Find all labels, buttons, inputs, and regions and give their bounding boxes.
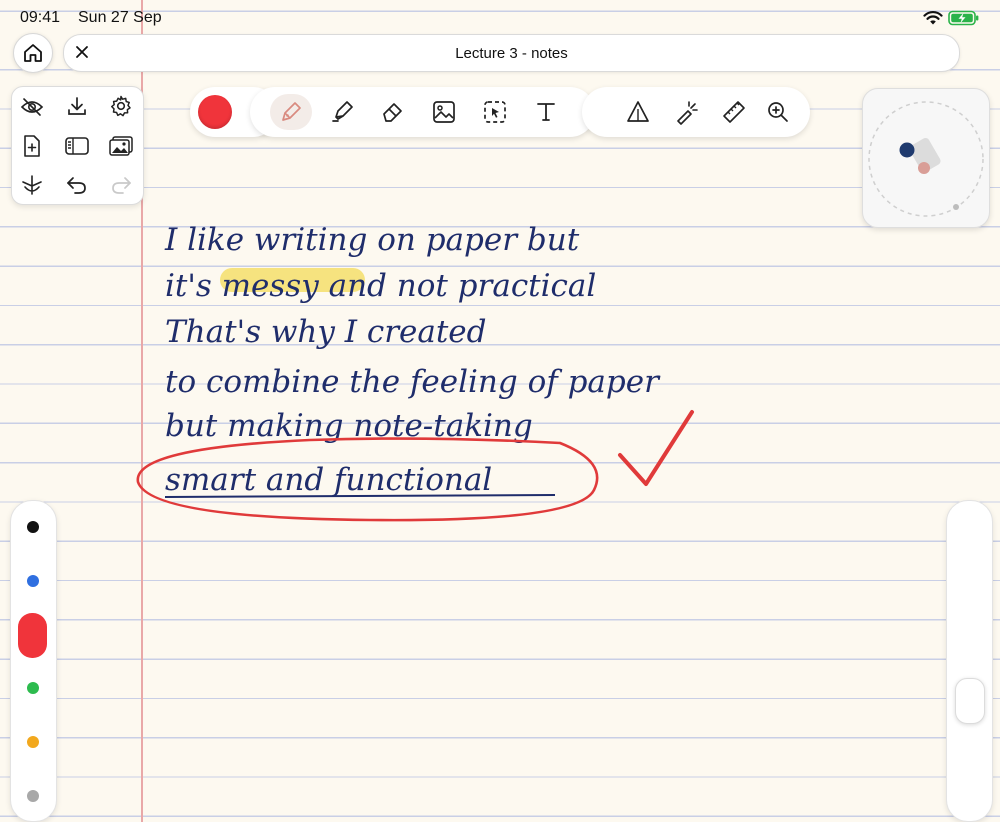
color-swatch-green[interactable] xyxy=(27,682,39,694)
color-swatch-blue[interactable] xyxy=(27,575,39,587)
handwriting-canvas[interactable]: I like writing on paper but it's messy a… xyxy=(0,0,1000,805)
note-line-4: to combine the feeling of paper xyxy=(165,364,661,400)
stroke-size-slider-thumb[interactable] xyxy=(955,678,985,724)
stroke-size-rail xyxy=(946,500,993,822)
note-line-3: That's why I created xyxy=(165,314,487,350)
color-swatch-red-selected[interactable] xyxy=(18,613,47,658)
color-swatch-black[interactable] xyxy=(27,521,39,533)
note-line-1: I like writing on paper but xyxy=(164,222,580,258)
note-line-2: it's messy and not practical xyxy=(165,268,596,304)
note-line-6: smart and functional xyxy=(165,462,492,498)
color-swatch-orange[interactable] xyxy=(27,736,39,748)
red-checkmark-stroke xyxy=(618,410,694,486)
color-palette-rail xyxy=(10,500,57,822)
color-swatch-gray[interactable] xyxy=(27,790,39,802)
